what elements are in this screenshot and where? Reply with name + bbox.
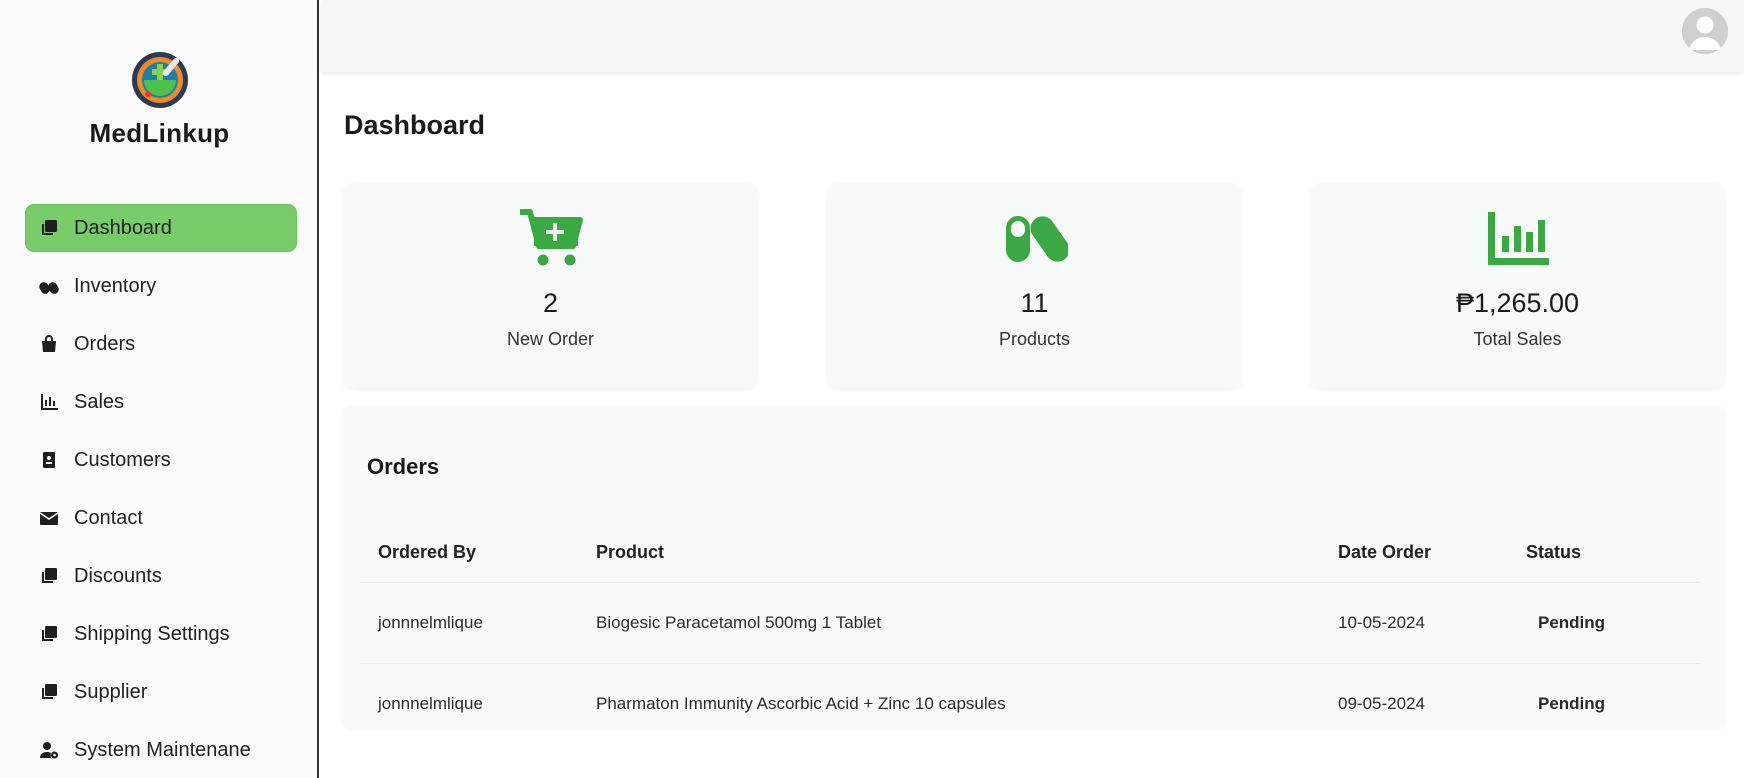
product-cell: Biogesic Paracetamol 500mg 1 Tablet [578, 581, 1320, 663]
sidebar-item-label: Discounts [74, 564, 162, 587]
card-value: 2 [542, 288, 559, 318]
sidebar-item-shipping-settings[interactable]: Shipping Settings [26, 611, 296, 657]
card-value: 11 [1020, 288, 1049, 318]
contact-card-icon [38, 449, 60, 471]
sidebar-item-supplier[interactable]: Supplier [26, 669, 296, 715]
column-header-product: Product [596, 542, 665, 563]
sidebar-item-label: Customers [74, 448, 171, 471]
total-sales-card[interactable]: ₱1,265.00 Total Sales [1311, 184, 1724, 388]
brand: MedLinkup [0, 50, 319, 149]
orders-title: Orders [367, 454, 440, 479]
user-gear-icon [38, 739, 60, 761]
copy-icon [38, 565, 60, 587]
sidebar-item-label: Shipping Settings [74, 622, 230, 645]
shopping-bag-icon [38, 333, 60, 355]
sidebar-item-label: Sales [74, 390, 125, 413]
bar-chart-icon [1311, 208, 1724, 272]
column-header-date-order: Date Order [1338, 542, 1432, 563]
date-order-cell: 10-05-2024 [1320, 581, 1508, 663]
sidebar-item-dashboard[interactable]: Dashboard [26, 205, 296, 251]
top-bar [321, 0, 1744, 72]
status-cell: Pending [1508, 581, 1700, 663]
sidebar-item-label: Dashboard [74, 216, 172, 239]
medlinkup-logo [130, 50, 190, 110]
brand-name: MedLinkup [89, 118, 230, 148]
sidebar-item-label: Orders [74, 332, 136, 355]
date-order-cell: 09-05-2024 [1320, 662, 1508, 744]
products-card[interactable]: 11 Products [828, 184, 1241, 388]
sidebar-item-orders[interactable]: Orders [26, 321, 296, 367]
orders-panel: Orders Ordered By Product Date Order Sta… [342, 406, 1724, 744]
sidebar-item-system-maintenance[interactable]: System Maintenane [26, 727, 296, 773]
pills-icon [38, 275, 60, 297]
copy-icon [38, 681, 60, 703]
column-header-ordered-by: Ordered By [378, 542, 477, 563]
pills-icon [828, 208, 1241, 272]
sidebar-item-inventory[interactable]: Inventory [26, 263, 296, 309]
copy-icon [38, 217, 60, 239]
bar-chart-icon [38, 391, 60, 413]
sidebar-nav: Dashboard Inventory Orders Sales Custome… [26, 205, 296, 778]
orders-table: Ordered By Product Date Order Status jon… [360, 524, 1700, 744]
sidebar-item-contact[interactable]: Contact [26, 495, 296, 541]
page-title: Dashboard [344, 110, 486, 140]
envelope-icon [38, 507, 60, 529]
user-avatar-icon[interactable] [1682, 8, 1728, 54]
table-row[interactable]: jonnnelmlique Biogesic Paracetamol 500mg… [360, 581, 1700, 663]
status-cell: Pending [1508, 662, 1700, 744]
sidebar-item-label: System Maintenane [74, 738, 251, 761]
new-order-card[interactable]: 2 New Order [344, 184, 757, 388]
sidebar: MedLinkup Dashboard Inventory Orders Sal… [0, 0, 319, 778]
sidebar-item-discounts[interactable]: Discounts [26, 553, 296, 599]
ordered-by-cell: jonnnelmlique [360, 662, 578, 744]
sidebar-item-sales[interactable]: Sales [26, 379, 296, 425]
copy-icon [38, 623, 60, 645]
sidebar-item-label: Supplier [74, 680, 148, 703]
ordered-by-cell: jonnnelmlique [360, 581, 578, 663]
card-label: New Order [506, 329, 595, 349]
column-header-status: Status [1526, 542, 1582, 563]
table-header-row: Ordered By Product Date Order Status [360, 524, 1700, 582]
cart-plus-icon [344, 208, 757, 272]
sidebar-item-label: Inventory [74, 274, 157, 297]
product-cell: Pharmaton Immunity Ascorbic Acid + Zinc … [578, 662, 1320, 744]
table-row[interactable]: jonnnelmlique Pharmaton Immunity Ascorbi… [360, 662, 1700, 744]
card-value: ₱1,265.00 [1455, 288, 1580, 318]
sidebar-item-customers[interactable]: Customers [26, 437, 296, 483]
sidebar-item-label: Contact [74, 506, 143, 529]
card-label: Products [998, 329, 1071, 349]
card-label: Total Sales [1473, 329, 1562, 349]
